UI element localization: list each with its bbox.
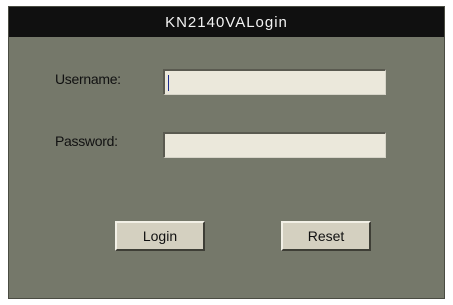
reset-button[interactable]: Reset [281, 221, 371, 251]
login-button[interactable]: Login [115, 221, 205, 251]
username-field[interactable] [163, 69, 386, 95]
password-field[interactable] [163, 132, 386, 158]
password-label: Password: [55, 133, 118, 149]
login-window: KN2140VALogin Username: Password: Login … [8, 6, 445, 299]
text-caret [168, 75, 169, 91]
window-title: KN2140VALogin [9, 7, 444, 37]
username-label: Username: [55, 71, 121, 87]
